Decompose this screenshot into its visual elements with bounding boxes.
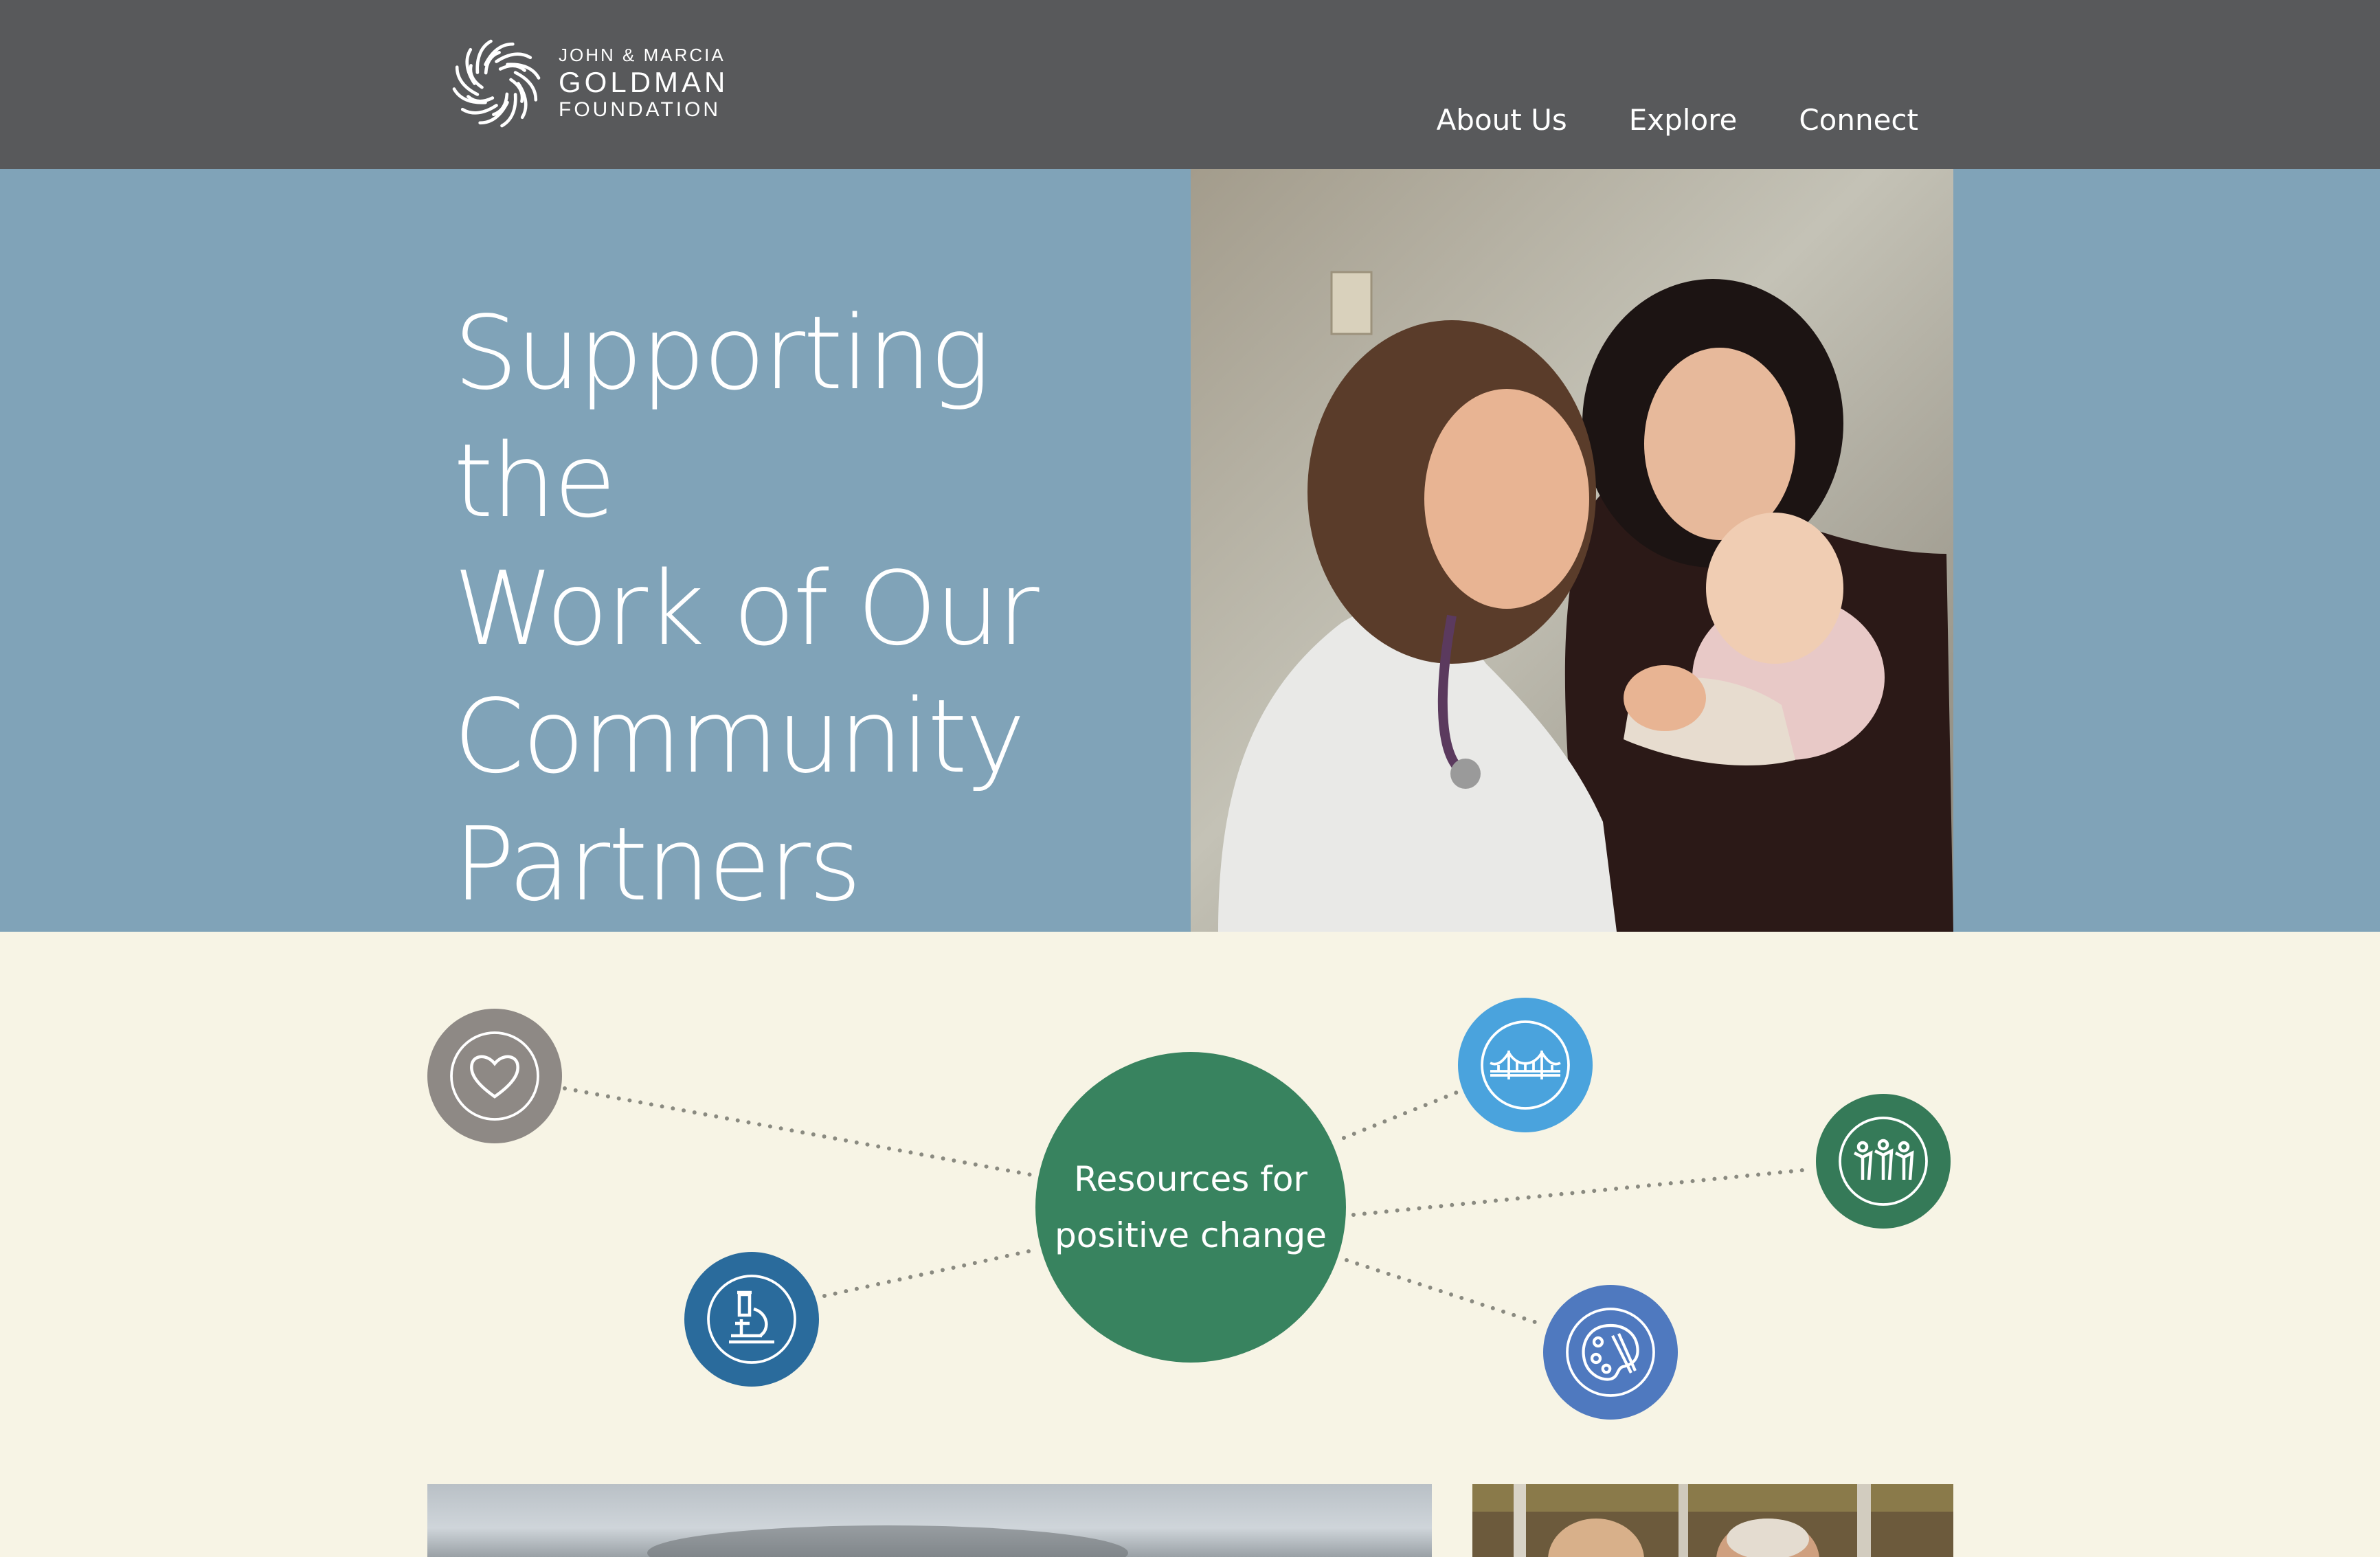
swirl-logo-icon [452, 39, 541, 127]
logo-line-2: GOLDMAN [559, 66, 729, 98]
logo-wordmark: JOHN & MARCIA GOLDMAN FOUNDATION [559, 46, 728, 120]
hero-title-line-3: Community [453, 677, 1026, 796]
nav-about-us[interactable]: About Us [1437, 103, 1567, 137]
bridge-icon [1481, 1020, 1570, 1110]
hero-section: Supporting the Work of Our Community Par… [0, 169, 2380, 932]
hero-title: Supporting the Work of Our Community Par… [453, 289, 1141, 928]
nav-explore[interactable]: Explore [1629, 103, 1738, 137]
main-nav: About Us Explore Connect [1437, 103, 1918, 137]
node-bay-area[interactable] [1458, 998, 1593, 1132]
feature-photo-right [1472, 1484, 1953, 1557]
site-header: JOHN & MARCIA GOLDMAN FOUNDATION About U… [0, 0, 2380, 169]
photo-shape [647, 1525, 1128, 1557]
logo-line-1: JOHN & MARCIA [559, 45, 726, 65]
feature-photo-left [427, 1484, 1432, 1557]
node-science[interactable] [684, 1252, 819, 1387]
node-health[interactable] [427, 1009, 562, 1143]
hero-title-line-2: Work of Our [453, 550, 1040, 668]
hero-photo [1191, 169, 1953, 932]
foundation-logo[interactable]: JOHN & MARCIA GOLDMAN FOUNDATION [447, 32, 735, 135]
heart-icon [450, 1031, 539, 1121]
nav-connect[interactable]: Connect [1799, 103, 1918, 137]
palette-icon [1566, 1308, 1655, 1397]
people-icon [1839, 1117, 1928, 1206]
resources-network: Resources for positive change [0, 932, 2380, 1481]
logo-line-3: FOUNDATION [559, 98, 721, 121]
center-label-line-1: Resources for [1074, 1159, 1307, 1199]
doctor-mother-baby-photo [1191, 169, 1953, 932]
node-community[interactable] [1816, 1094, 1951, 1229]
node-arts[interactable] [1543, 1285, 1678, 1420]
microscope-icon [707, 1275, 796, 1364]
outdoor-group-photo [1472, 1484, 1953, 1557]
hero-title-line-1: Supporting the [453, 294, 991, 540]
center-label-line-2: positive change [1054, 1216, 1327, 1255]
resources-center-circle[interactable]: Resources for positive change [1035, 1052, 1346, 1363]
hero-title-line-4: Partners [453, 805, 862, 923]
